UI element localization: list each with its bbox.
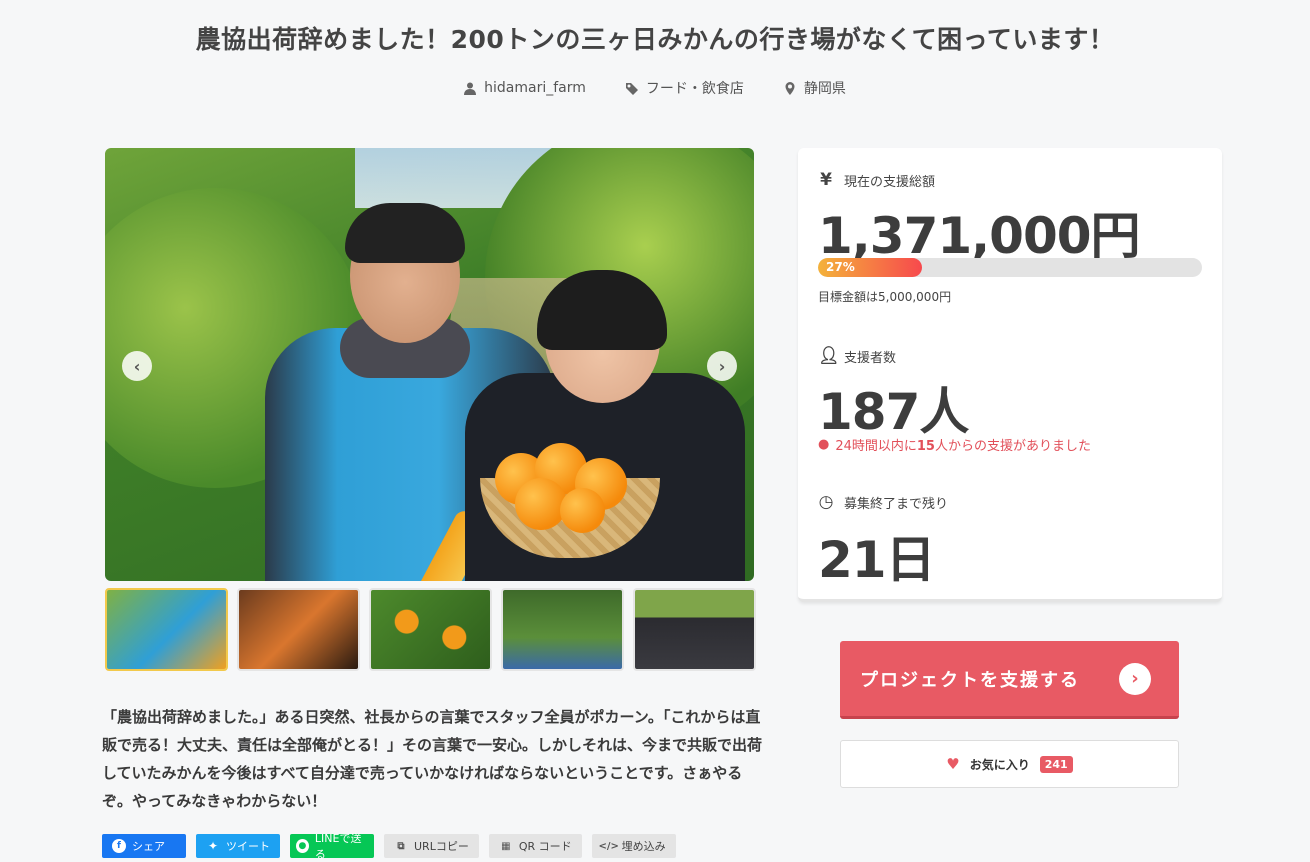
chevron-right-icon: ›	[718, 356, 726, 376]
embed-button[interactable]: </> 埋め込み	[591, 834, 676, 858]
yen-icon: ¥	[820, 170, 832, 190]
progress-bar	[818, 258, 1202, 277]
author-link[interactable]: hidamari_farm	[464, 78, 586, 98]
thumbnail-3[interactable]	[369, 588, 492, 671]
qr-code-button[interactable]: ▦ QR コード	[488, 834, 582, 858]
page-title: 農協出荷辞めました！200トンの三ヶ日みかんの行き場がなくて困っています！	[195, 25, 1115, 54]
chevron-right-icon: ›	[1119, 662, 1151, 695]
location-link[interactable]: 静岡県	[784, 78, 846, 98]
remaining-value: 21日	[818, 531, 936, 589]
category-link[interactable]: フード・飲食店	[625, 78, 744, 98]
project-meta: hidamari_farm フード・飲食店 静岡県	[0, 78, 1310, 98]
chevron-left-icon: ‹	[133, 356, 141, 376]
map-pin-icon	[785, 81, 795, 95]
category-name: フード・飲食店	[645, 81, 744, 97]
tag-icon	[625, 82, 638, 95]
copy-icon: ⧉	[397, 840, 405, 852]
main-photo: ‹ ›	[105, 148, 754, 581]
backers-label: 👤︎ 支援者数	[818, 346, 897, 366]
facebook-share-button[interactable]: f シェア	[102, 834, 186, 858]
gallery-next-button[interactable]: ›	[707, 351, 737, 381]
twitter-share-button[interactable]: ✦ ツイート	[196, 834, 280, 858]
progress-percent: 27%	[826, 260, 855, 274]
author-name: hidamari_farm	[484, 80, 586, 96]
location-name: 静岡県	[803, 81, 846, 97]
users-icon: ●	[818, 437, 830, 452]
funding-stats-card: ¥ 現在の支援総額 1,371,000円 27% 目標金額は5,000,000円…	[798, 148, 1222, 602]
qr-code-icon: ▦	[501, 840, 511, 852]
url-copy-button[interactable]: ⧉ URLコピー	[384, 834, 479, 858]
clock-icon: ◷	[818, 492, 834, 512]
favorite-button[interactable]: ♥ お気に入り 241	[840, 740, 1179, 788]
heart-icon: ♥	[946, 755, 960, 773]
recent-backers-note: ● 24時間以内に15人からの支援がありました	[818, 437, 1091, 454]
amount-label: ¥ 現在の支援総額	[818, 170, 935, 190]
thumbnail-5[interactable]	[633, 588, 756, 671]
line-share-button[interactable]: ● LINEで送る	[290, 832, 374, 861]
share-bar: f シェア ✦ ツイート ● LINEで送る ⧉ URLコピー ▦ QR コード…	[102, 832, 676, 861]
user-icon	[464, 82, 477, 95]
support-project-button[interactable]: プロジェクトを支援する ›	[840, 641, 1179, 719]
code-icon: </>	[598, 840, 619, 852]
remaining-label: ◷ 募集終了まで残り	[818, 492, 949, 512]
user-icon: 👤︎	[818, 346, 840, 366]
line-icon: ●	[296, 839, 309, 853]
favorite-count-badge: 241	[1039, 755, 1073, 773]
gallery-prev-button[interactable]: ‹	[122, 351, 152, 381]
backers-value: 187人	[818, 383, 969, 441]
thumbnail-2[interactable]	[237, 588, 360, 671]
facebook-icon: f	[112, 839, 126, 853]
project-summary: 「農協出荷辞めました。」ある日突然、社長からの言葉でスタッフ全員がポカーン。「こ…	[102, 708, 763, 810]
gallery-thumbnails	[105, 588, 756, 671]
thumbnail-4[interactable]	[501, 588, 624, 671]
recent-count: 15	[916, 439, 935, 454]
goal-amount: 目標金額は5,000,000円	[818, 290, 952, 304]
twitter-icon: ✦	[207, 839, 219, 853]
thumbnail-1[interactable]	[105, 588, 228, 671]
